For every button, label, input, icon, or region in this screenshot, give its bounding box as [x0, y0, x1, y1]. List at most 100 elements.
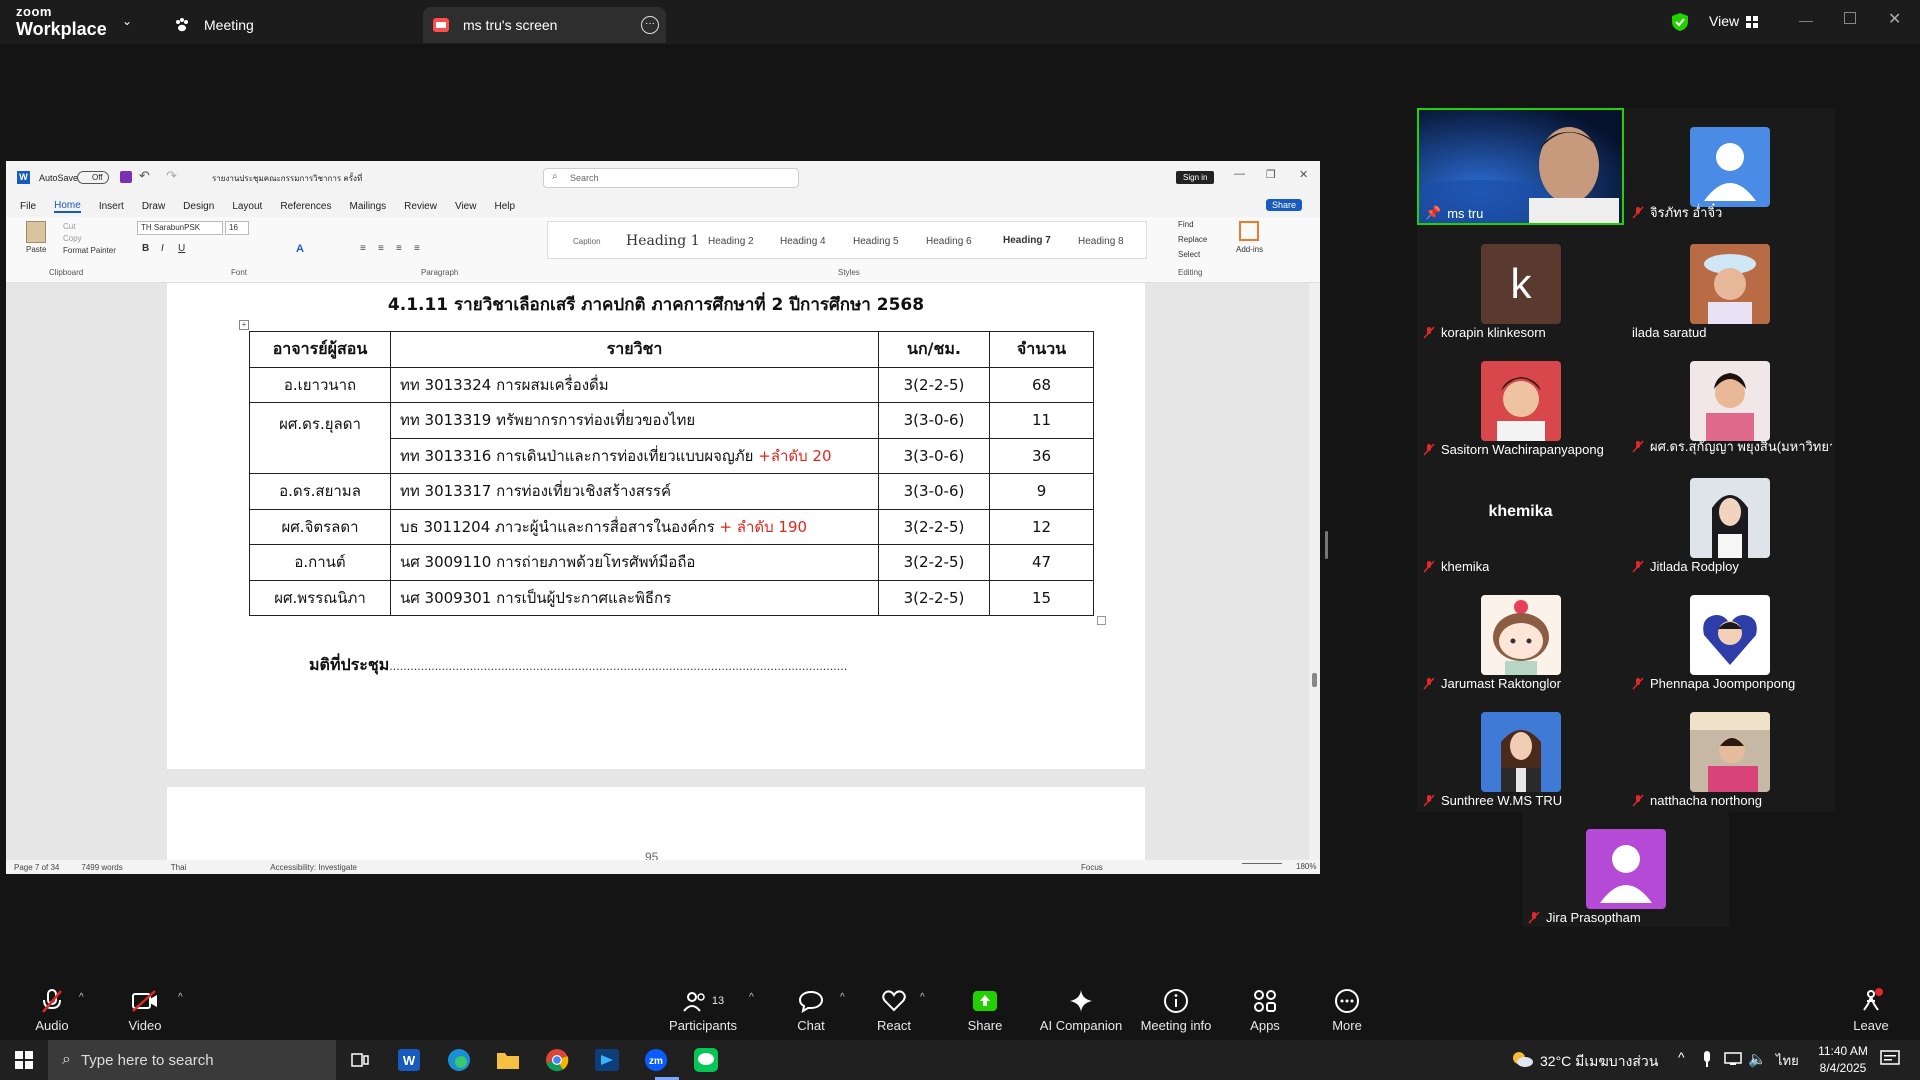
participant-tile[interactable]: ilada saratud [1626, 225, 1833, 342]
language-indicator[interactable]: ไทย [1776, 1050, 1799, 1071]
document-page[interactable]: 4.1.11 รายวิชาเลือกเสรี ภาคปกติ ภาคการศึ… [167, 283, 1145, 769]
replace-button[interactable]: Replace [1178, 235, 1207, 244]
shared-screen-word-window[interactable]: W AutoSave Off ↶ ↷ รายงานประชุมคณะกรรมกา… [6, 161, 1320, 874]
video-options-icon[interactable]: ^ [178, 992, 183, 1003]
participant-tile[interactable]: ผศ.ดร.สุกัญญา พยุงสิน(มหาวิทยา... [1626, 342, 1833, 459]
copy-button[interactable]: Copy [63, 234, 82, 243]
audio-button[interactable]: Audio [22, 988, 82, 1033]
word-minimize-icon[interactable]: — [1234, 168, 1245, 180]
table-resize-handle-icon[interactable] [1097, 616, 1106, 625]
share-button[interactable]: Share [955, 988, 1015, 1033]
style-heading5[interactable]: Heading 5 [853, 236, 899, 247]
status-page[interactable]: Page 7 of 34 [14, 863, 59, 872]
weather-text[interactable]: 32°C มีเมฆบางส่วน [1540, 1051, 1658, 1073]
menu-design[interactable]: Design [183, 201, 214, 212]
participant-tile[interactable]: Sasitorn Wachirapanyapong [1417, 342, 1624, 459]
scrollbar-thumb[interactable] [1312, 673, 1317, 687]
participant-tile[interactable]: Phennapa Joomponpong [1626, 576, 1833, 693]
chat-button[interactable]: Chat [783, 988, 839, 1033]
justify-icon[interactable]: ≡ [414, 243, 420, 254]
taskbar-search-input[interactable]: ⌕ Type here to search [48, 1040, 336, 1080]
meeting-info-button[interactable]: Meeting info [1136, 988, 1216, 1033]
document-next-page[interactable]: 95 [167, 787, 1145, 867]
underline-icon[interactable]: U [178, 243, 185, 254]
status-words[interactable]: 7499 words [81, 863, 122, 872]
participants-button[interactable]: 13 Participants [663, 988, 743, 1033]
weather-icon[interactable] [1511, 1050, 1533, 1073]
style-heading2[interactable]: Heading 2 [708, 236, 754, 247]
file-explorer-icon[interactable] [494, 1046, 522, 1074]
participant-tile[interactable]: Jira Prasoptham [1522, 810, 1729, 927]
more-button[interactable]: More [1322, 988, 1372, 1033]
bold-icon[interactable]: B [142, 243, 149, 254]
participant-tile[interactable]: 📌 ms tru [1417, 108, 1624, 225]
ai-companion-button[interactable]: AI Companion [1036, 988, 1126, 1033]
style-heading7[interactable]: Heading 7 [1003, 235, 1051, 246]
menu-references[interactable]: References [280, 201, 331, 212]
style-heading4[interactable]: Heading 4 [780, 236, 826, 247]
react-button[interactable]: React [866, 988, 922, 1033]
line-app-icon[interactable] [692, 1046, 720, 1074]
zoom-taskbar-icon[interactable]: zm [642, 1046, 670, 1074]
participant-tile[interactable]: Jarumast Raktonglor [1417, 576, 1624, 693]
font-name-select[interactable]: TH SarabunPSK [137, 221, 223, 235]
notifications-icon[interactable] [1880, 1050, 1900, 1073]
styles-gallery[interactable]: Caption Heading 1 Heading 2 Heading 4 He… [547, 221, 1147, 259]
menu-insert[interactable]: Insert [99, 201, 124, 212]
status-focus[interactable]: Focus [1081, 863, 1103, 872]
minimize-icon[interactable]: — [1799, 12, 1813, 28]
tab-meeting[interactable]: Meeting [160, 7, 420, 43]
menu-review[interactable]: Review [404, 201, 437, 212]
word-share-button[interactable]: Share [1266, 199, 1303, 211]
align-left-icon[interactable]: ≡ [360, 243, 366, 254]
status-accessibility[interactable]: Accessibility: Investigate [270, 863, 357, 872]
participant-tile[interactable]: natthacha northong [1626, 693, 1833, 810]
vertical-scrollbar[interactable] [1309, 283, 1320, 860]
participant-tile[interactable]: khemika khemika [1417, 459, 1624, 576]
cut-button[interactable]: Cut [63, 222, 75, 231]
more-options-icon[interactable]: ··· [641, 16, 659, 34]
media-app-icon[interactable] [593, 1046, 621, 1074]
clock[interactable]: 11:40 AM 8/4/2025 [1808, 1043, 1878, 1077]
react-options-icon[interactable]: ^ [920, 992, 925, 1003]
addins-icon[interactable] [1239, 221, 1259, 241]
tray-chevron-icon[interactable]: ^ [1678, 1049, 1685, 1065]
shield-check-icon[interactable] [1671, 12, 1689, 37]
document-area[interactable]: 4.1.11 รายวิชาเลือกเสรี ภาคปกติ ภาคการศึ… [6, 283, 1320, 867]
status-language[interactable]: Thai [171, 863, 187, 872]
word-restore-icon[interactable]: ❐ [1266, 168, 1276, 181]
participant-tile[interactable]: Sunthree W.MS TRU [1417, 693, 1624, 810]
menu-home[interactable]: Home [54, 200, 81, 213]
style-caption[interactable]: Caption [573, 237, 601, 246]
find-button[interactable]: Find [1178, 220, 1194, 229]
align-right-icon[interactable]: ≡ [396, 243, 402, 254]
addins-label[interactable]: Add-ins [1236, 245, 1263, 254]
align-center-icon[interactable]: ≡ [378, 243, 384, 254]
document-filename[interactable]: รายงานประชุมคณะกรรมการวิชาการ ครั้งที่6-… [212, 172, 362, 185]
word-search-input[interactable]: ⌕ Search [543, 168, 799, 188]
status-zoom[interactable]: 180% [1296, 862, 1316, 871]
chat-options-icon[interactable]: ^ [840, 992, 845, 1003]
participants-options-icon[interactable]: ^ [749, 992, 754, 1003]
font-size-select[interactable]: 16 [225, 221, 249, 235]
autosave-toggle[interactable]: Off [77, 171, 109, 184]
apps-button[interactable]: Apps [1240, 988, 1290, 1033]
paste-label[interactable]: Paste [26, 245, 46, 254]
grid-icon[interactable] [1746, 15, 1758, 33]
table-move-handle-icon[interactable]: + [239, 320, 249, 330]
menu-draw[interactable]: Draw [142, 201, 165, 212]
italic-icon[interactable]: I [161, 243, 164, 254]
style-heading1[interactable]: Heading 1 [626, 233, 700, 249]
sign-in-button[interactable]: Sign in [1176, 171, 1215, 184]
leave-button[interactable]: Leave [1846, 988, 1896, 1033]
paste-icon[interactable] [26, 221, 46, 243]
chevron-down-icon[interactable]: ⌄ [122, 14, 132, 28]
participant-tile[interactable]: Jitlada Rodploy [1626, 459, 1833, 576]
font-color-icon[interactable]: A [296, 243, 304, 255]
windows-start-icon[interactable] [10, 1046, 38, 1074]
menu-layout[interactable]: Layout [232, 201, 262, 212]
redo-icon[interactable]: ↷ [166, 168, 177, 184]
volume-icon[interactable]: 🔈 [1748, 1050, 1767, 1068]
menu-view[interactable]: View [455, 201, 477, 212]
video-button[interactable]: Video [115, 988, 175, 1033]
